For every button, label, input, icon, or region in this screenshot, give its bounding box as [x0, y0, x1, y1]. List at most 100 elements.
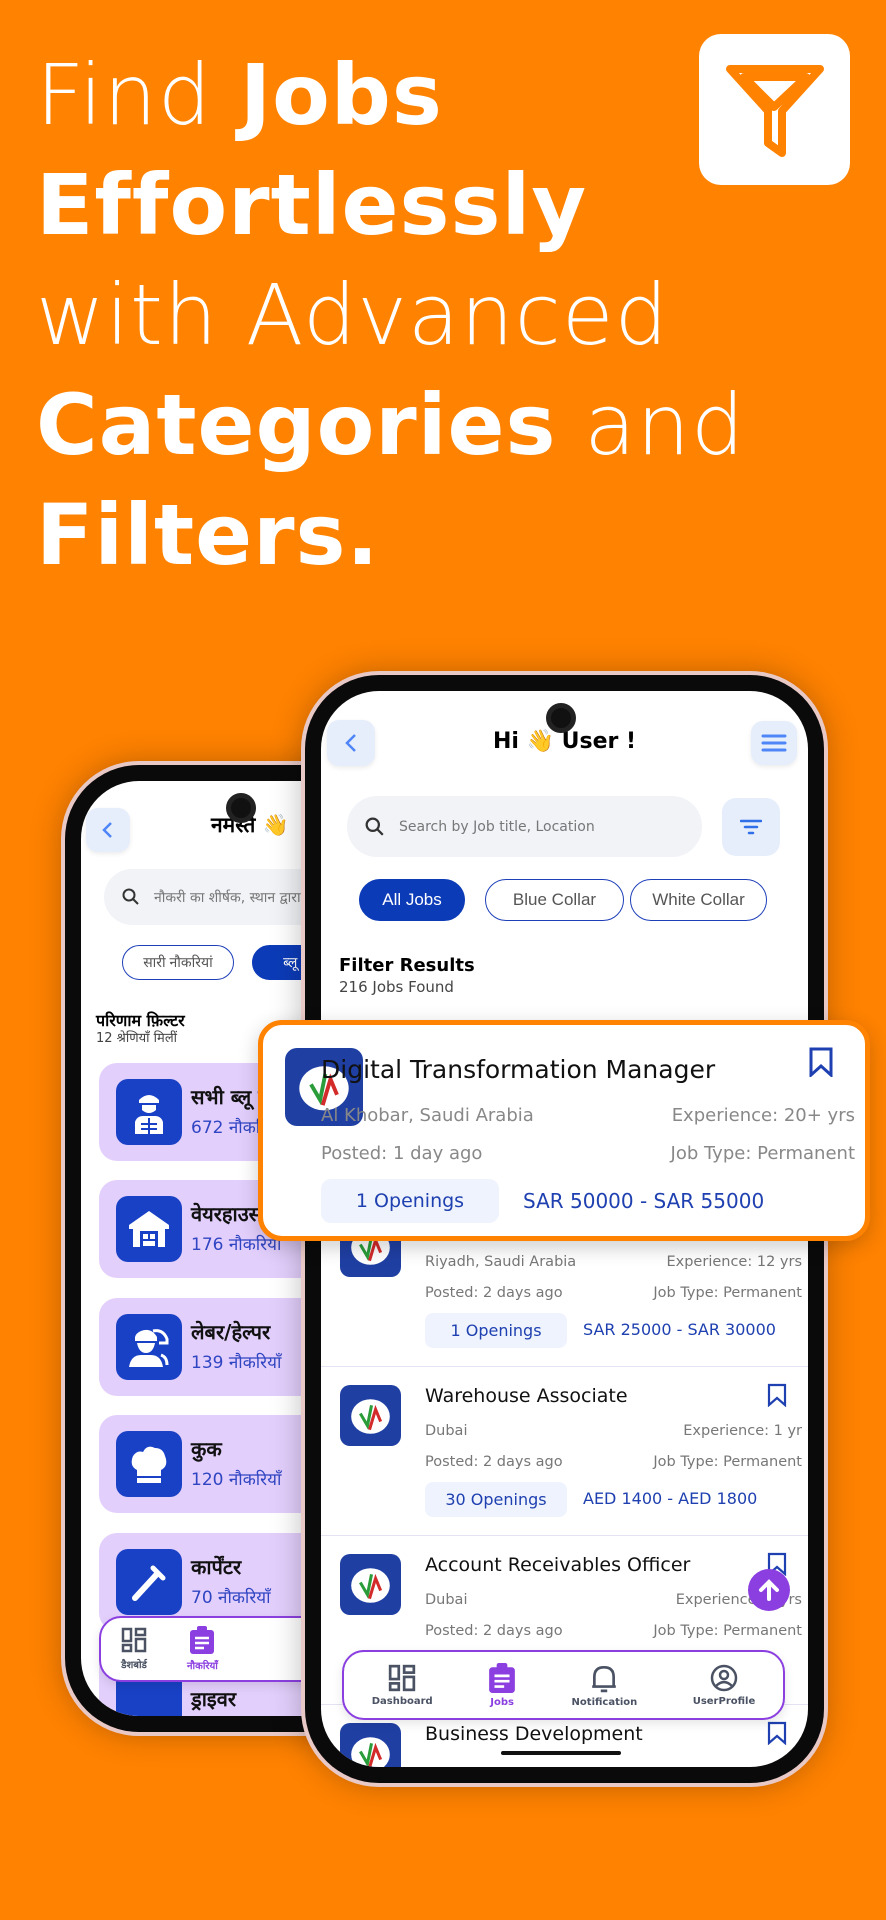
company-logo-mark [351, 1737, 390, 1767]
salary-range: AED 1400 - AED 1800 [583, 1489, 758, 1508]
company-logo-mark [351, 1399, 390, 1434]
company-logo [340, 1554, 401, 1615]
job-location: Al Khobar, Saudi Arabia [321, 1105, 534, 1126]
bell-icon [592, 1665, 617, 1692]
bookmark-icon[interactable] [767, 1383, 787, 1407]
search-icon [365, 817, 384, 836]
funnel-icon [725, 64, 824, 157]
headline: Find Jobs Effortlessly with Advanced Cat… [36, 40, 745, 590]
job-title: Account Receivables Officer [425, 1554, 691, 1576]
scroll-to-top-button[interactable] [748, 1569, 790, 1611]
category-name: कार्पेंटर [191, 1555, 242, 1579]
arrow-up-icon [759, 1579, 779, 1601]
category-name: कुक [191, 1437, 222, 1461]
filter-logo [699, 34, 850, 185]
nav-label: Dashboard [371, 1695, 433, 1707]
job-experience: Experience: 12 yrs [666, 1254, 802, 1270]
headline-word: and [584, 376, 746, 474]
nav-label: नौकरियाँ [187, 1661, 218, 1672]
category-count: 139 नौकरियाँ [191, 1353, 282, 1373]
camera-cutout [546, 703, 576, 733]
warehouse-icon [116, 1196, 182, 1262]
nav-dashboard[interactable]: Dashboard [372, 1664, 433, 1707]
clipboard-icon [190, 1626, 215, 1654]
job-location: Dubai [425, 1592, 468, 1608]
job-type: Job Type: Permanent [653, 1285, 802, 1301]
chip-all-jobs[interactable]: All Jobs [359, 879, 465, 921]
clipboard-icon [489, 1662, 515, 1693]
headline-word: Filters. [36, 486, 380, 584]
results-count: 12 श्रेणियाँ मिलीं [96, 1031, 178, 1046]
headline-word: Jobs [239, 46, 443, 144]
salary-range: SAR 50000 - SAR 55000 [523, 1189, 765, 1213]
nav-label: डैशबोर्ड [121, 1660, 147, 1671]
job-title: Business Development [425, 1723, 643, 1745]
company-logo-mark [351, 1568, 390, 1603]
menu-button[interactable] [751, 721, 797, 765]
job-card[interactable]: Warehouse Associate Dubai Experience: 1 yr… [321, 1366, 808, 1535]
headline-word: Categories [36, 376, 557, 474]
category-name: ड्राइवर [191, 1687, 236, 1711]
chip-all-jobs[interactable]: सारी नौकरियां [122, 945, 234, 980]
nav-userprofile[interactable]: UserProfile [692, 1664, 756, 1707]
user-circle-icon [710, 1664, 738, 1691]
bookmark-icon[interactable] [767, 1721, 787, 1745]
home-indicator [501, 1751, 621, 1755]
headline-word: with Advanced [36, 266, 669, 364]
job-title: Warehouse Associate [425, 1385, 628, 1407]
headline-word: Find [36, 46, 213, 144]
filter-icon [740, 819, 762, 835]
job-posted: Posted: 2 days ago [425, 1285, 563, 1301]
search-placeholder: Search by Job title, Location [399, 818, 595, 835]
camera-cutout [226, 793, 256, 823]
nav-label: Jobs [490, 1696, 514, 1708]
headline-word: Effortlessly [36, 156, 588, 254]
featured-job-card[interactable]: Digital Transformation Manager Al Khobar… [258, 1020, 870, 1241]
job-type: Job Type: Permanent [653, 1623, 802, 1639]
chip-white-collar[interactable]: White Collar [630, 879, 767, 921]
job-posted: Posted: 1 day ago [321, 1143, 483, 1164]
nav-jobs[interactable]: Jobs [488, 1662, 516, 1708]
nav-dashboard[interactable]: डैशबोर्ड [121, 1627, 147, 1671]
job-location: Riyadh, Saudi Arabia [425, 1254, 577, 1270]
hamburger-icon [761, 734, 787, 752]
chip-blue-collar[interactable]: Blue Collar [485, 879, 624, 921]
category-count: 70 नौकरियाँ [191, 1588, 271, 1608]
nav-notification[interactable]: Notification [571, 1663, 638, 1708]
chef-hat-icon [116, 1431, 182, 1497]
company-logo [340, 1385, 401, 1446]
bookmark-icon[interactable] [808, 1047, 834, 1077]
category-name: लेबर/हेल्पर [191, 1320, 271, 1344]
filter-button[interactable] [722, 798, 780, 856]
nav-label: Notification [571, 1696, 638, 1708]
results-count: 216 Jobs Found [339, 978, 454, 996]
job-posted: Posted: 2 days ago [425, 1454, 563, 1470]
bottom-nav: Dashboard Jobs Notification UserProfile [342, 1650, 785, 1720]
worker-icon [116, 1079, 182, 1145]
salary-range: SAR 25000 - SAR 30000 [583, 1320, 776, 1339]
nav-jobs[interactable]: नौकरियाँ [187, 1626, 218, 1672]
nav-label: UserProfile [692, 1695, 756, 1707]
job-location: Dubai [425, 1423, 468, 1439]
category-count: 120 नौकरियाँ [191, 1470, 282, 1490]
job-experience: Experience: 20+ yrs [671, 1105, 855, 1126]
dashboard-icon [121, 1627, 147, 1653]
job-type: Job Type: Permanent [670, 1143, 855, 1164]
results-title: Filter Results [339, 955, 475, 976]
job-title: Digital Transformation Manager [321, 1055, 716, 1084]
openings-badge: 1 Openings [425, 1313, 567, 1348]
search-icon [122, 888, 139, 905]
search-placeholder: नौकरी का शीर्षक, स्थान द्वारा [154, 889, 301, 906]
dashboard-icon [389, 1664, 416, 1691]
back-button[interactable] [86, 808, 130, 852]
search-input[interactable]: Search by Job title, Location [347, 796, 702, 857]
labor-icon [116, 1314, 182, 1380]
nail-icon [116, 1549, 182, 1615]
job-experience: Experience: 1 yr [683, 1423, 802, 1439]
job-type: Job Type: Permanent [653, 1454, 802, 1470]
openings-badge: 1 Openings [321, 1179, 499, 1223]
job-posted: Posted: 2 days ago [425, 1623, 563, 1639]
chevron-left-icon [102, 822, 112, 838]
openings-badge: 30 Openings [425, 1482, 567, 1517]
company-logo [340, 1723, 401, 1767]
